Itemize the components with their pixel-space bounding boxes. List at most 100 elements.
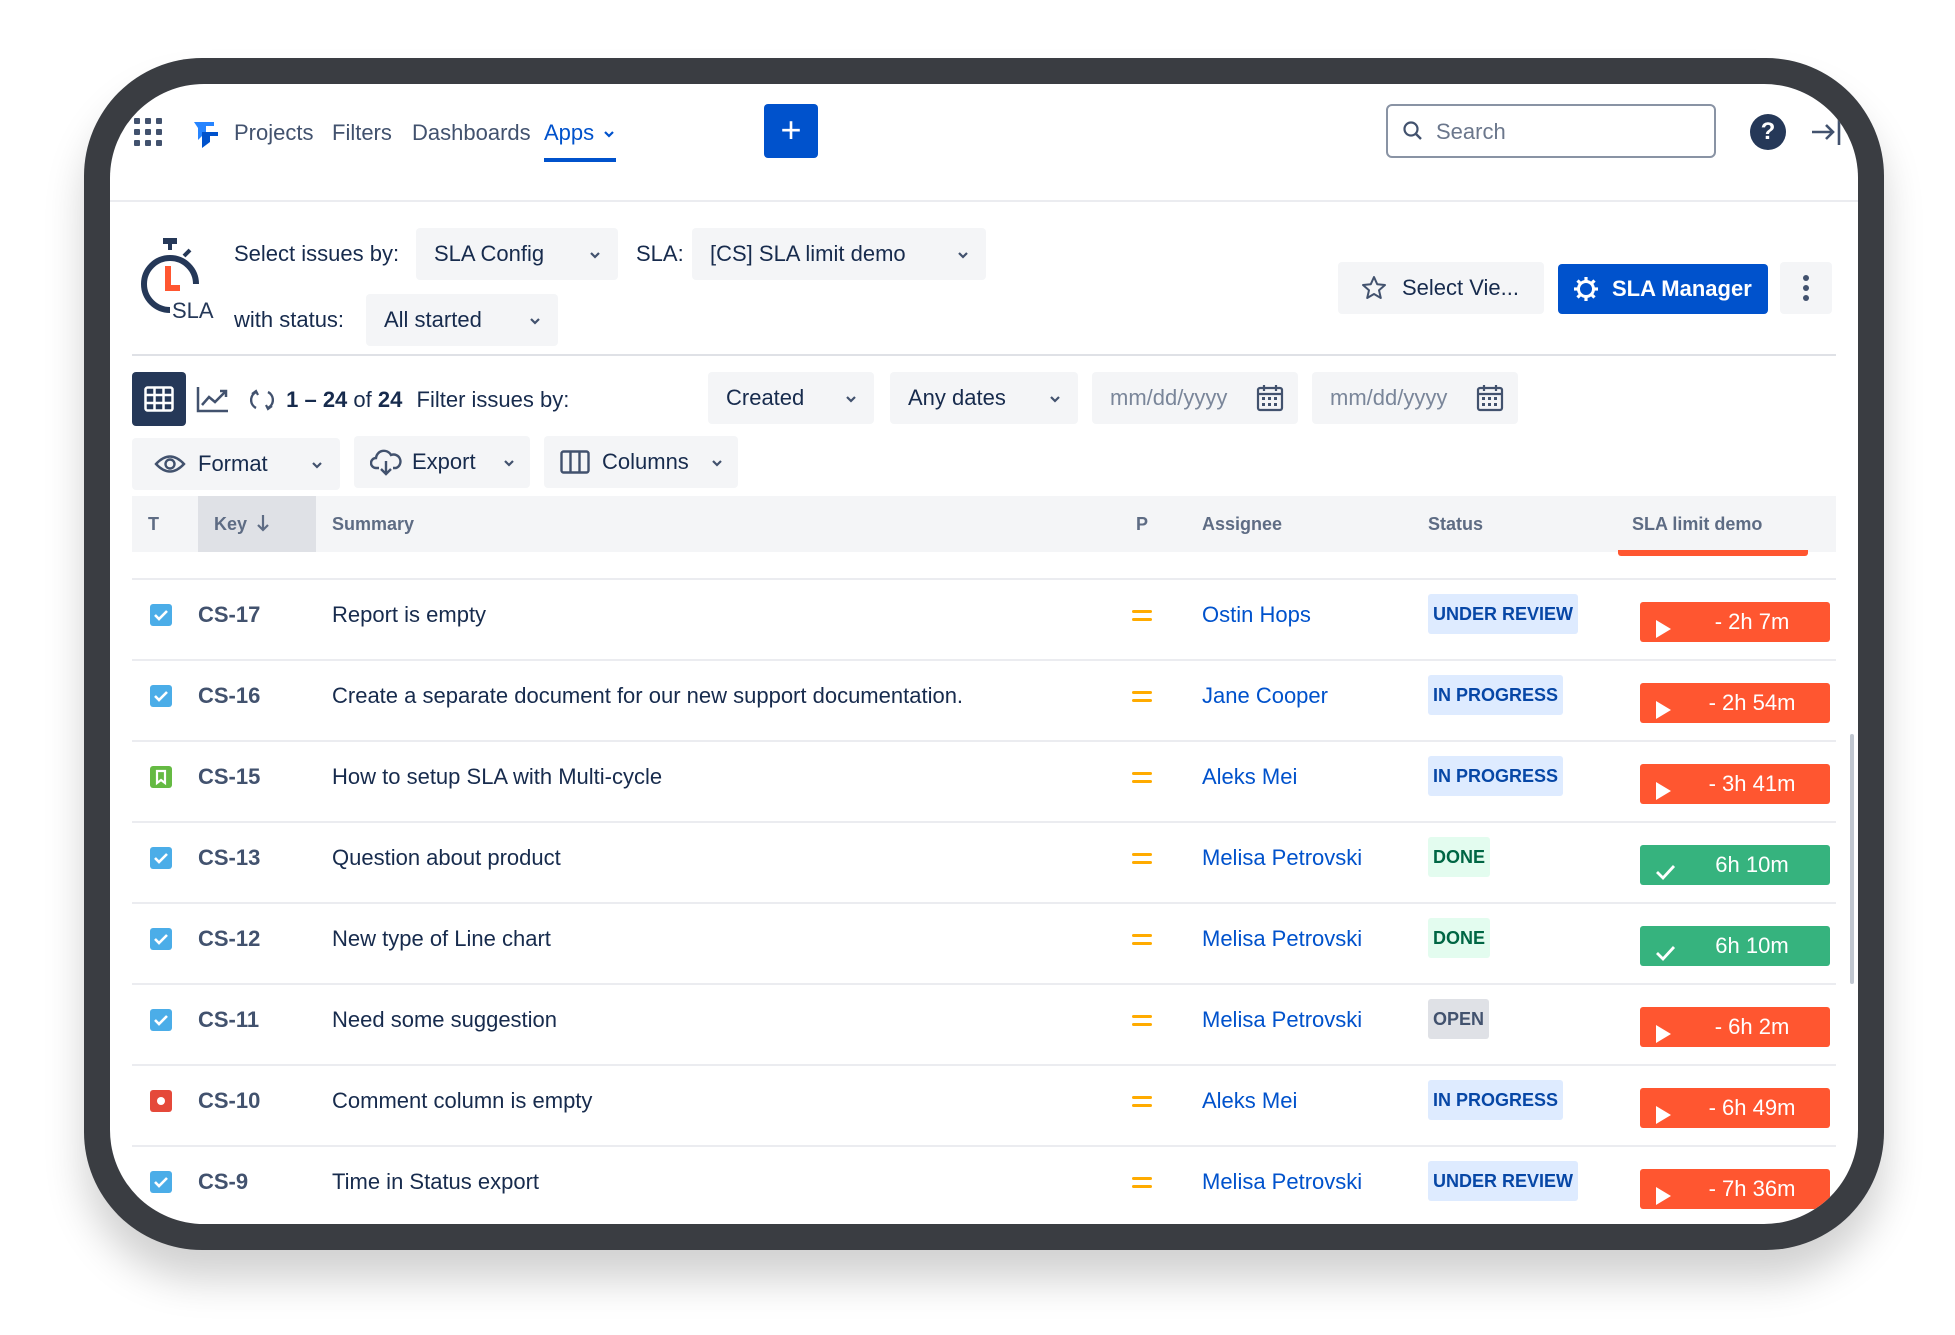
column-header-assignee[interactable]: Assignee [1202, 496, 1282, 552]
issue-assignee[interactable]: Melisa Petrovski [1202, 904, 1362, 984]
create-button[interactable]: + [764, 104, 818, 158]
top-navigation: Projects Filters Dashboards Apps + ? [110, 84, 1858, 202]
issue-assignee[interactable]: Melisa Petrovski [1202, 985, 1362, 1065]
table-view-button[interactable] [132, 372, 186, 426]
table-row[interactable]: CS-13 Question about product Melisa Petrov… [132, 821, 1836, 901]
export-button[interactable]: Export [354, 436, 530, 488]
chevron-down-icon [712, 460, 722, 467]
issue-key[interactable]: CS-12 [198, 904, 260, 984]
column-header-key[interactable]: Key [198, 496, 316, 552]
sla-timer-value: - 6h 2m [1714, 1014, 1790, 1039]
search-box[interactable] [1386, 104, 1716, 158]
issue-assignee[interactable]: Ostin Hops [1202, 580, 1311, 660]
task-type-icon [150, 685, 172, 707]
more-actions-button[interactable] [1780, 262, 1832, 314]
nav-projects[interactable]: Projects [234, 114, 313, 152]
issue-key[interactable]: CS-11 [198, 985, 259, 1065]
issue-summary[interactable]: Report is empty [332, 580, 486, 660]
sla-manager-button[interactable]: SLA Manager [1558, 264, 1768, 314]
status-badge: UNDER REVIEW [1428, 1161, 1579, 1201]
issue-key[interactable]: CS-13 [198, 823, 260, 903]
column-header-summary[interactable]: Summary [332, 496, 414, 552]
issue-summary[interactable]: Time in Status export [332, 1147, 539, 1224]
sla-logo: SLA [141, 238, 214, 323]
select-view-button[interactable]: Select Vie... [1338, 262, 1544, 314]
issue-summary[interactable]: Need some suggestion [332, 985, 557, 1065]
app-switcher-icon[interactable] [134, 118, 162, 146]
sla-timer-value: 6h 10m [1715, 852, 1789, 877]
issue-assignee[interactable]: Jane Cooper [1202, 661, 1328, 741]
chart-view-button[interactable] [186, 372, 240, 426]
status-dropdown[interactable]: All started [366, 294, 558, 346]
eye-icon [154, 455, 186, 473]
filter-field-dropdown[interactable]: Created [708, 372, 874, 424]
search-input[interactable] [1436, 114, 1706, 150]
issue-assignee[interactable]: Melisa Petrovski [1202, 1147, 1362, 1224]
column-header-priority[interactable]: P [1136, 496, 1148, 552]
sla-value: [CS] SLA limit demo [710, 241, 906, 266]
column-header-key-label: Key [214, 514, 248, 534]
chevron-down-icon [1050, 396, 1060, 403]
sla-dropdown[interactable]: [CS] SLA limit demo [692, 228, 986, 280]
format-button[interactable]: Format [132, 438, 340, 490]
issue-summary[interactable]: How to setup SLA with Multi-cycle [332, 742, 662, 822]
issue-key[interactable]: CS-16 [198, 661, 260, 741]
table-row[interactable]: CS-9 Time in Status export Melisa Petrovsk… [132, 1145, 1836, 1224]
issue-summary[interactable]: Question about product [332, 823, 561, 903]
table-row[interactable]: CS-15 How to setup SLA with Multi-cycle Al… [132, 740, 1836, 820]
table-row[interactable]: CS-11 Need some suggestion Melisa Petrovsk… [132, 983, 1836, 1063]
issue-summary[interactable]: New type of Line chart [332, 904, 551, 984]
chevron-down-icon [530, 318, 540, 325]
date-from-field[interactable]: mm/dd/yyyy [1092, 372, 1298, 424]
more-vertical-icon [1803, 275, 1809, 301]
app-screen: Projects Filters Dashboards Apps + ? [110, 84, 1858, 1224]
table-row[interactable]: CS-16 Create a separate document for our … [132, 659, 1836, 739]
calendar-icon[interactable] [1256, 384, 1284, 412]
refresh-icon[interactable] [249, 388, 275, 412]
jira-logo-icon[interactable] [188, 114, 224, 150]
chevron-down-icon [312, 462, 322, 469]
column-header-status[interactable]: Status [1428, 496, 1483, 552]
chevron-down-icon [604, 131, 615, 138]
columns-button[interactable]: Columns [544, 436, 738, 488]
date-to-field[interactable]: mm/dd/yyyy [1312, 372, 1518, 424]
table-row[interactable]: CS-10 Comment column is empty Aleks Mei IN … [132, 1064, 1836, 1144]
issue-key[interactable]: CS-10 [198, 1066, 260, 1146]
sla-timer-value: 6h 10m [1715, 933, 1789, 958]
issue-key[interactable]: CS-17 [198, 580, 260, 660]
help-icon[interactable]: ? [1750, 114, 1786, 150]
table-row[interactable]: CS-17 Report is empty Ostin Hops UNDER REVI… [132, 578, 1836, 658]
chevron-down-icon [504, 460, 514, 467]
calendar-icon[interactable] [1476, 384, 1504, 412]
issue-assignee[interactable]: Melisa Petrovski [1202, 823, 1362, 903]
issue-assignee[interactable]: Aleks Mei [1202, 1066, 1297, 1146]
filter-field-value: Created [726, 385, 805, 410]
issue-key[interactable]: CS-9 [198, 1147, 248, 1224]
issue-summary[interactable]: Create a separate document for our new s… [332, 661, 963, 741]
sla-timer: - 2h 7m [1640, 602, 1830, 642]
task-type-icon [150, 928, 172, 950]
nav-apps[interactable]: Apps [544, 114, 617, 162]
select-by-value: SLA Config [434, 241, 545, 266]
column-header-sla[interactable]: SLA limit demo [1632, 496, 1762, 552]
select-by-dropdown[interactable]: SLA Config [416, 228, 618, 280]
status-value: All started [384, 307, 482, 332]
nav-apps-label: Apps [544, 120, 595, 145]
issue-assignee[interactable]: Aleks Mei [1202, 742, 1297, 822]
sla-timer: - 2h 54m [1640, 683, 1830, 723]
table-row[interactable]: CS-12 New type of Line chart Melisa Petrov… [132, 902, 1836, 982]
logout-icon[interactable] [1808, 112, 1848, 152]
count-of: of [353, 387, 372, 412]
date-range-dropdown[interactable]: Any dates [890, 372, 1078, 424]
columns-icon [560, 450, 590, 474]
section-divider [132, 354, 1836, 356]
nav-dashboards[interactable]: Dashboards [412, 114, 531, 152]
issue-key[interactable]: CS-15 [198, 742, 260, 822]
chevron-down-icon [958, 252, 968, 259]
task-type-icon [150, 1009, 172, 1031]
issue-summary[interactable]: Comment column is empty [332, 1066, 592, 1146]
vertical-scrollbar[interactable] [1850, 734, 1854, 984]
nav-filters[interactable]: Filters [332, 114, 392, 152]
task-type-icon [150, 604, 172, 626]
column-header-type[interactable]: T [148, 496, 159, 552]
